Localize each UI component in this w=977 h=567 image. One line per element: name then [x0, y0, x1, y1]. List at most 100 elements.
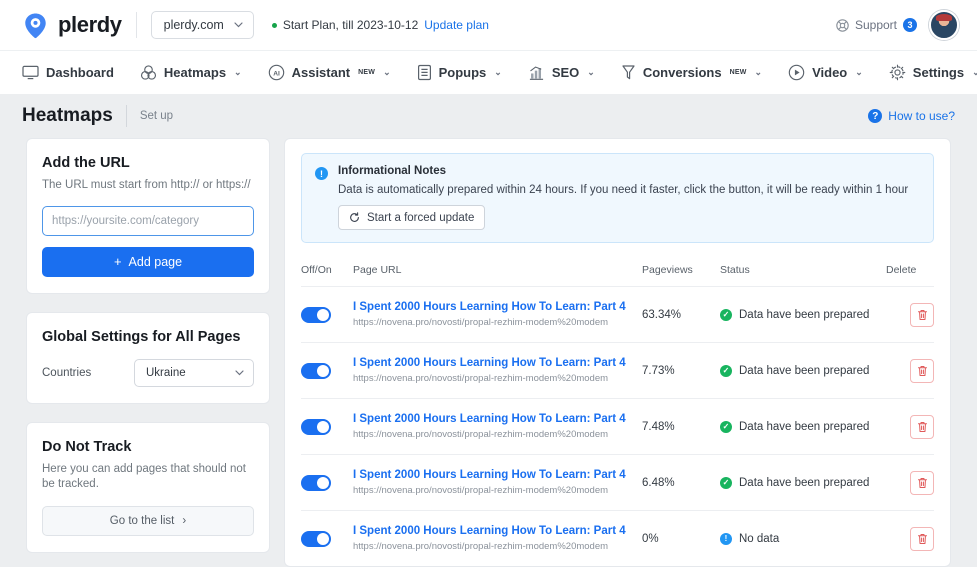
- venn-icon: [140, 65, 157, 81]
- forced-update-label: Start a forced update: [367, 212, 474, 224]
- info-icon: !: [315, 167, 328, 180]
- page-url-text: https://novena.pro/novosti/propal-rezhim…: [353, 317, 642, 328]
- row-toggle[interactable]: [301, 531, 331, 547]
- cell-delete: [886, 399, 934, 455]
- header-page-url: Page URL: [353, 264, 642, 287]
- add-page-button[interactable]: + Add page: [42, 247, 254, 277]
- question-mark-icon: ?: [868, 109, 882, 123]
- delete-row-button[interactable]: [910, 471, 934, 495]
- add-page-label: Add page: [129, 255, 183, 269]
- url-input[interactable]: [42, 206, 254, 236]
- update-plan-link[interactable]: Update plan: [424, 18, 489, 32]
- site-selector[interactable]: plerdy.com: [151, 11, 254, 39]
- top-bar: plerdy plerdy.com Start Plan, till 2023-…: [0, 0, 977, 50]
- status-label: Data have been prepared: [739, 365, 869, 377]
- nav-item-video[interactable]: Video ⌄: [788, 64, 863, 81]
- start-forced-update-button[interactable]: Start a forced update: [338, 205, 485, 230]
- gear-icon: [889, 64, 906, 81]
- trash-icon: [917, 477, 928, 489]
- trash-icon: [917, 365, 928, 377]
- cell-toggle: [301, 399, 353, 455]
- cell-url: I Spent 2000 Hours Learning How To Learn…: [353, 399, 642, 455]
- cell-pageviews: 7.48%: [642, 399, 720, 455]
- cell-status: ✓ Data have been prepared: [720, 399, 886, 455]
- nav-label: Dashboard: [46, 65, 114, 80]
- delete-row-button[interactable]: [910, 359, 934, 383]
- header-divider: [136, 12, 137, 38]
- do-not-track-description: Here you can add pages that should not b…: [42, 462, 254, 493]
- global-settings-card: Global Settings for All Pages Countries …: [26, 312, 270, 404]
- delete-row-button[interactable]: [910, 303, 934, 327]
- plan-status-dot: [272, 23, 277, 28]
- page-url-text: https://novena.pro/novosti/propal-rezhim…: [353, 485, 642, 496]
- nav-label: Assistant: [292, 65, 351, 80]
- how-to-use-link[interactable]: ? How to use?: [868, 109, 955, 123]
- cell-pageviews: 7.73%: [642, 343, 720, 399]
- table-row: I Spent 2000 Hours Learning How To Learn…: [301, 287, 934, 343]
- pages-table-body: I Spent 2000 Hours Learning How To Learn…: [301, 287, 934, 567]
- go-to-list-label: Go to the list: [110, 515, 175, 527]
- title-divider: [126, 105, 127, 127]
- avatar[interactable]: [929, 10, 959, 40]
- page-title-link[interactable]: I Spent 2000 Hours Learning How To Learn…: [353, 413, 642, 425]
- support-button[interactable]: Support 3: [836, 18, 917, 32]
- table-row: I Spent 2000 Hours Learning How To Learn…: [301, 399, 934, 455]
- nav-label: Video: [812, 65, 847, 80]
- page-title-link[interactable]: I Spent 2000 Hours Learning How To Learn…: [353, 525, 642, 537]
- status-badge: ✓ Data have been prepared: [720, 421, 886, 433]
- countries-value: Ukraine: [146, 367, 186, 379]
- ai-circle-icon: AI: [268, 64, 285, 81]
- pages-table-header-row: Off/On Page URL Pageviews Status Delete: [301, 264, 934, 287]
- page-content: Add the URL The URL must start from http…: [0, 138, 977, 567]
- nav-label: Conversions: [643, 65, 722, 80]
- cell-url: I Spent 2000 Hours Learning How To Learn…: [353, 511, 642, 567]
- monitor-icon: [22, 65, 39, 80]
- countries-select[interactable]: Ukraine: [134, 359, 254, 387]
- cell-toggle: [301, 511, 353, 567]
- global-settings-title: Global Settings for All Pages: [42, 329, 254, 345]
- svg-text:AI: AI: [273, 70, 280, 77]
- chevron-down-icon: ⌄: [587, 67, 595, 78]
- countries-label: Countries: [42, 367, 91, 379]
- main-panel: ! Informational Notes Data is automatica…: [284, 138, 951, 567]
- delete-row-button[interactable]: [910, 527, 934, 551]
- nav-item-popups[interactable]: Popups ⌄: [417, 64, 502, 81]
- page-subtitle: Set up: [140, 110, 173, 122]
- cell-status: ✓ Data have been prepared: [720, 343, 886, 399]
- cell-status: ! No data: [720, 511, 886, 567]
- row-toggle[interactable]: [301, 363, 331, 379]
- pages-table: Off/On Page URL Pageviews Status Delete …: [301, 264, 934, 566]
- nav-badge-new: NEW: [358, 69, 375, 76]
- row-toggle[interactable]: [301, 475, 331, 491]
- nav-item-seo[interactable]: SEO ⌄: [528, 65, 595, 81]
- cell-delete: [886, 455, 934, 511]
- row-toggle[interactable]: [301, 419, 331, 435]
- page-title-link[interactable]: I Spent 2000 Hours Learning How To Learn…: [353, 469, 642, 481]
- nav-item-dashboard[interactable]: Dashboard: [22, 65, 114, 80]
- row-toggle[interactable]: [301, 307, 331, 323]
- nav-item-assistant[interactable]: AI Assistant NEW ⌄: [268, 64, 391, 81]
- plus-icon: +: [114, 254, 122, 269]
- nav-item-heatmaps[interactable]: Heatmaps ⌄: [140, 65, 242, 81]
- check-circle-icon: ✓: [720, 477, 732, 489]
- nav-item-settings[interactable]: Settings ⌄: [889, 64, 977, 81]
- page-title-link[interactable]: I Spent 2000 Hours Learning How To Learn…: [353, 301, 642, 313]
- chevron-right-icon: ›: [182, 515, 186, 527]
- status-badge: ✓ Data have been prepared: [720, 477, 886, 489]
- top-bar-right: Support 3: [836, 10, 959, 40]
- brand-logo[interactable]: plerdy: [22, 12, 122, 39]
- notes-title: Informational Notes: [338, 165, 920, 177]
- page-title-link[interactable]: I Spent 2000 Hours Learning How To Learn…: [353, 357, 642, 369]
- main-navigation: Dashboard Heatmaps ⌄ AI Assistant NEW ⌄: [0, 50, 977, 94]
- go-to-list-button[interactable]: Go to the list ›: [42, 506, 254, 536]
- add-url-card: Add the URL The URL must start from http…: [26, 138, 270, 294]
- cell-toggle: [301, 287, 353, 343]
- delete-row-button[interactable]: [910, 415, 934, 439]
- nav-item-conversions[interactable]: Conversions NEW ⌄: [621, 64, 762, 81]
- site-selector-value: plerdy.com: [164, 18, 224, 32]
- table-row: I Spent 2000 Hours Learning How To Learn…: [301, 343, 934, 399]
- cell-pageviews: 6.48%: [642, 455, 720, 511]
- info-circle-icon: !: [720, 533, 732, 545]
- chevron-down-icon: ⌄: [383, 67, 391, 78]
- sidebar: Add the URL The URL must start from http…: [26, 138, 270, 553]
